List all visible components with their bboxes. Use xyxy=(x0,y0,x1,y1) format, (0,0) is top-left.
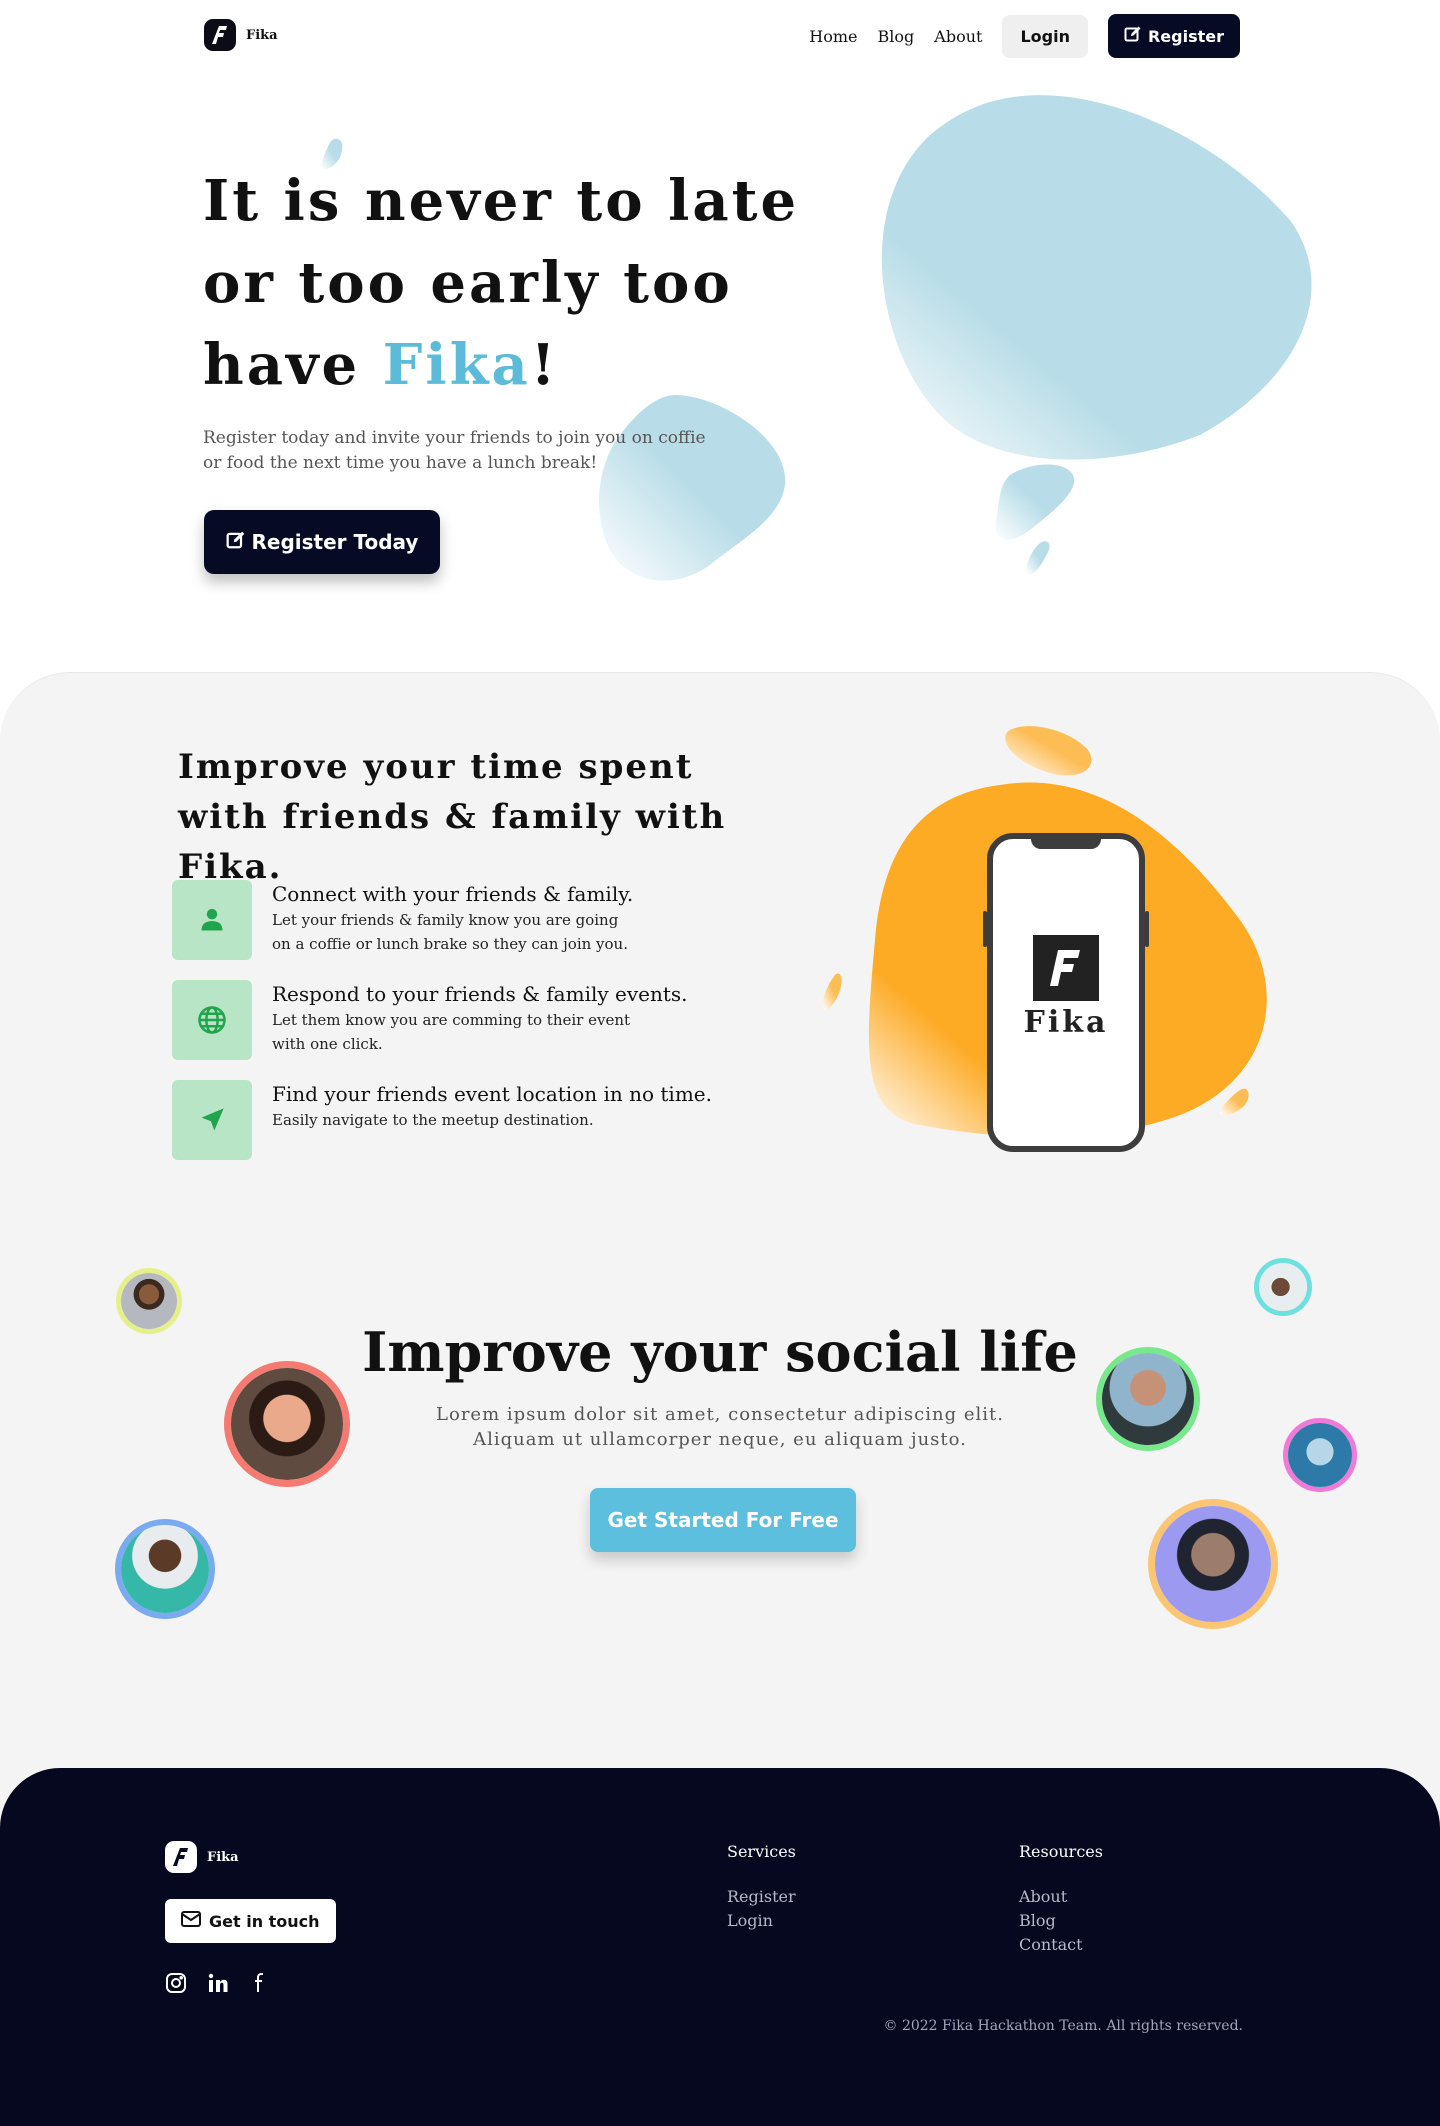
resources-title: Resources xyxy=(1019,1842,1103,1861)
footer-logo-text: Fika xyxy=(207,1849,239,1865)
phone-logo-icon xyxy=(1033,935,1099,1001)
feature-heading: Respond to your friends & family events. xyxy=(272,982,688,1006)
hero-title-suffix: ! xyxy=(530,332,559,398)
feature-description: Let them know you are comming to their e… xyxy=(272,1011,631,1053)
get-in-touch-button[interactable]: Get in touch xyxy=(165,1899,336,1943)
register-button[interactable]: Register xyxy=(1107,14,1240,58)
nav-links: Home Blog About Login Register xyxy=(809,14,1240,58)
feature-heading: Connect with your friends & family. xyxy=(272,882,634,906)
social-title: Improve your social life xyxy=(362,1320,1078,1384)
phone-side-button xyxy=(1145,911,1149,947)
hero-blue-blob xyxy=(881,95,1312,575)
mail-icon xyxy=(181,1911,201,1931)
avatar xyxy=(1148,1499,1278,1629)
social-subtitle-line-2: Aliquam ut ullamcorper neque, eu aliquam… xyxy=(473,1429,967,1450)
navigation-arrow-icon xyxy=(172,1080,252,1160)
avatar xyxy=(115,1519,215,1619)
social-icons xyxy=(165,1972,271,1994)
top-navbar: Fika Home Blog About Login Register xyxy=(0,0,1440,72)
feature-item: Find your friends event location in no t… xyxy=(172,1080,732,1160)
phone-notch xyxy=(1031,837,1101,849)
avatar xyxy=(1254,1258,1312,1316)
register-today-button[interactable]: Register Today xyxy=(204,510,440,574)
register-today-label: Register Today xyxy=(251,530,419,554)
nav-home-link[interactable]: Home xyxy=(809,27,857,46)
login-button[interactable]: Login xyxy=(1002,14,1088,58)
footer-about-link[interactable]: About xyxy=(1019,1885,1103,1909)
avatar xyxy=(224,1361,350,1487)
hero-title-line-1: It is never to late xyxy=(203,168,800,234)
feature-description: Easily navigate to the meetup destinatio… xyxy=(272,1111,594,1129)
edit-icon xyxy=(1124,25,1142,47)
footer-register-link[interactable]: Register xyxy=(727,1885,796,1909)
register-label: Register xyxy=(1147,26,1224,46)
fika-logo-icon xyxy=(165,1841,197,1873)
hero-subtitle: Register today and invite your friends t… xyxy=(203,428,706,473)
feature-item: Connect with your friends & family. Let … xyxy=(172,880,732,960)
social-subtitle-line-1: Lorem ipsum dolor sit amet, consectetur … xyxy=(436,1404,1004,1425)
avatar xyxy=(1096,1347,1200,1451)
phone-mockup: Fika xyxy=(983,833,1149,1152)
instagram-icon[interactable] xyxy=(165,1972,187,1994)
hero-small-blue-blob xyxy=(599,395,786,581)
footer-logo[interactable]: Fika xyxy=(165,1841,239,1873)
feature-description: Let your friends & family know you are g… xyxy=(272,911,628,953)
hero-title-line-2: or too early too xyxy=(203,250,733,316)
services-title: Services xyxy=(727,1842,796,1861)
globe-icon xyxy=(172,980,252,1060)
get-in-touch-label: Get in touch xyxy=(209,1911,320,1931)
footer-blog-link[interactable]: Blog xyxy=(1019,1909,1103,1933)
edit-icon xyxy=(226,530,246,555)
features-title: Improve your time spent with friends & f… xyxy=(178,747,727,887)
user-icon xyxy=(172,880,252,960)
get-started-button[interactable]: Get Started For Free xyxy=(590,1488,856,1552)
nav-blog-link[interactable]: Blog xyxy=(878,27,915,46)
header-logo[interactable]: Fika xyxy=(204,19,278,51)
social-subtitle: Lorem ipsum dolor sit amet, consectetur … xyxy=(0,1402,1440,1452)
logo-text: Fika xyxy=(246,27,278,43)
fika-logo-icon xyxy=(204,19,236,51)
nav-about-link[interactable]: About xyxy=(934,27,982,46)
footer-login-link[interactable]: Login xyxy=(727,1909,796,1933)
avatar xyxy=(116,1268,182,1334)
feature-heading: Find your friends event location in no t… xyxy=(272,1082,712,1106)
hero-title-accent: Fika xyxy=(382,332,531,398)
phone-side-button xyxy=(983,911,987,947)
feature-item: Respond to your friends & family events.… xyxy=(172,980,732,1060)
footer-contact-link[interactable]: Contact xyxy=(1019,1933,1103,1957)
facebook-icon[interactable] xyxy=(249,1972,271,1994)
resources-column: Resources About Blog Contact xyxy=(1019,1842,1103,1957)
hero-title: It is never to late or too early too hav… xyxy=(203,160,843,406)
services-column: Services Register Login xyxy=(727,1842,796,1933)
avatar xyxy=(1283,1418,1357,1492)
linkedin-icon[interactable] xyxy=(207,1972,229,1994)
footer: Fika Get in touch Services Register Logi… xyxy=(0,1768,1440,2126)
hero-title-line-3: have xyxy=(203,332,383,398)
phone-brand-text: Fika xyxy=(1023,1005,1109,1040)
copyright-text: © 2022 Fika Hackathon Team. All rights r… xyxy=(883,2018,1244,2034)
